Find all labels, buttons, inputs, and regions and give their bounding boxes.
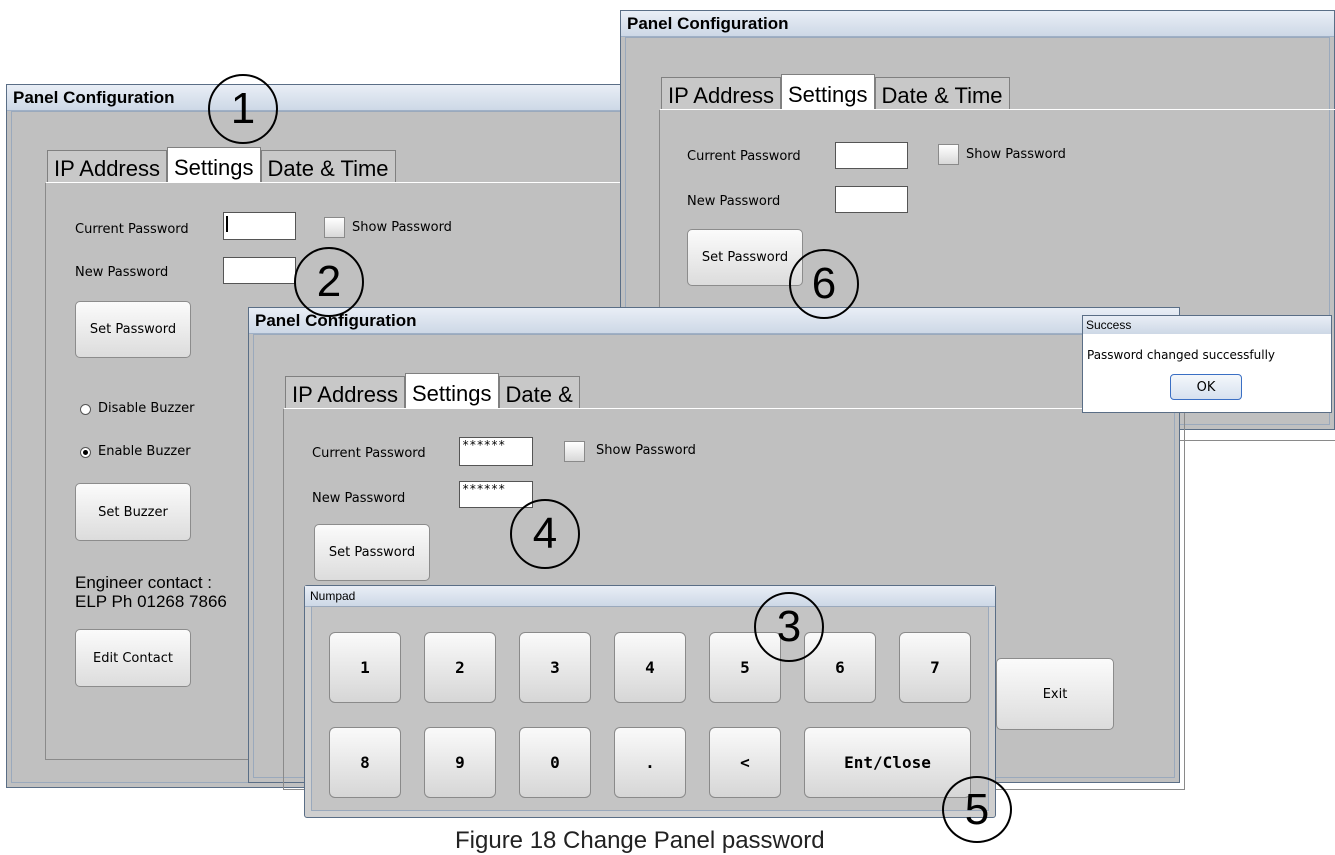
numpad-key-backspace[interactable]: < — [709, 727, 781, 798]
numpad-key-8[interactable]: 8 — [329, 727, 401, 798]
callout-4: 4 — [510, 499, 580, 569]
callout-1: 1 — [208, 74, 278, 144]
tab-date-time[interactable]: Date & Time — [260, 150, 396, 182]
current-password-label: Current Password — [312, 446, 426, 461]
new-password-label: New Password — [312, 491, 406, 506]
tab-date-time[interactable]: Date & — [498, 376, 580, 408]
current-password-field[interactable] — [835, 142, 908, 169]
exit-button[interactable]: Exit — [996, 658, 1114, 730]
numpad-key-7[interactable]: 7 — [899, 632, 971, 703]
show-password-label: Show Password — [596, 443, 696, 458]
show-password-label: Show Password — [966, 147, 1066, 162]
numpad-key-3[interactable]: 3 — [519, 632, 591, 703]
set-buzzer-button[interactable]: Set Buzzer — [75, 483, 191, 541]
current-password-field[interactable]: ****** — [459, 437, 533, 466]
figure-caption: Figure 18 Change Panel password — [455, 827, 825, 854]
numpad-dialog: Numpad 1 2 3 4 5 6 7 8 9 0 . < Ent/Close — [304, 585, 996, 818]
show-password-checkbox[interactable] — [324, 217, 345, 238]
disable-buzzer-label: Disable Buzzer — [98, 401, 195, 416]
numpad-key-enter-close[interactable]: Ent/Close — [804, 727, 971, 798]
set-password-button[interactable]: Set Password — [687, 229, 803, 286]
new-password-field[interactable]: ****** — [459, 481, 533, 508]
callout-6: 6 — [789, 249, 859, 319]
numpad-key-dot[interactable]: . — [614, 727, 686, 798]
callout-5: 5 — [942, 776, 1012, 843]
enable-buzzer-label: Enable Buzzer — [98, 444, 191, 459]
text-cursor — [226, 216, 228, 232]
tab-date-time[interactable]: Date & Time — [874, 77, 1010, 109]
show-password-checkbox[interactable] — [938, 144, 959, 165]
window-title: Panel Configuration — [621, 11, 1334, 37]
tab-settings[interactable]: Settings — [781, 74, 875, 110]
numpad-key-0[interactable]: 0 — [519, 727, 591, 798]
numpad-key-4[interactable]: 4 — [614, 632, 686, 703]
new-password-field[interactable] — [223, 257, 296, 284]
tab-bar: IP Address Settings Date & Time — [661, 73, 1010, 110]
new-password-label: New Password — [75, 265, 169, 280]
numpad-title: Numpad — [305, 586, 995, 607]
tab-settings[interactable]: Settings — [167, 147, 261, 183]
engineer-contact-heading: Engineer contact : — [75, 573, 213, 592]
current-password-label: Current Password — [75, 222, 189, 237]
tab-ip-address[interactable]: IP Address — [47, 150, 167, 182]
show-password-label: Show Password — [352, 220, 452, 235]
success-dialog-title: Success — [1083, 316, 1331, 334]
success-dialog: Success Password changed successfully OK — [1082, 315, 1332, 413]
numpad-key-2[interactable]: 2 — [424, 632, 496, 703]
current-password-label: Current Password — [687, 149, 801, 164]
tab-settings[interactable]: Settings — [405, 373, 499, 409]
new-password-field[interactable] — [835, 186, 908, 213]
numpad-key-9[interactable]: 9 — [424, 727, 496, 798]
success-message: Password changed successfully — [1087, 348, 1275, 362]
window-title: Panel Configuration — [249, 308, 1179, 334]
engineer-contact-phone: ELP Ph 01268 7866 — [75, 592, 227, 611]
show-password-checkbox[interactable] — [564, 441, 585, 462]
current-password-field[interactable] — [223, 212, 296, 240]
edit-contact-button[interactable]: Edit Contact — [75, 629, 191, 687]
tab-ip-address[interactable]: IP Address — [285, 376, 405, 408]
set-password-button[interactable]: Set Password — [75, 301, 191, 358]
enable-buzzer-radio[interactable] — [80, 447, 91, 458]
tab-bar: IP Address Settings Date & Time — [47, 146, 396, 183]
new-password-label: New Password — [687, 194, 781, 209]
callout-3: 3 — [754, 592, 824, 662]
callout-2: 2 — [294, 247, 364, 317]
ok-button[interactable]: OK — [1170, 374, 1242, 400]
window-title: Panel Configuration — [7, 85, 645, 111]
numpad-key-1[interactable]: 1 — [329, 632, 401, 703]
disable-buzzer-radio[interactable] — [80, 404, 91, 415]
tab-bar: IP Address Settings Date & — [285, 372, 580, 409]
tab-ip-address[interactable]: IP Address — [661, 77, 781, 109]
set-password-button[interactable]: Set Password — [314, 524, 430, 581]
